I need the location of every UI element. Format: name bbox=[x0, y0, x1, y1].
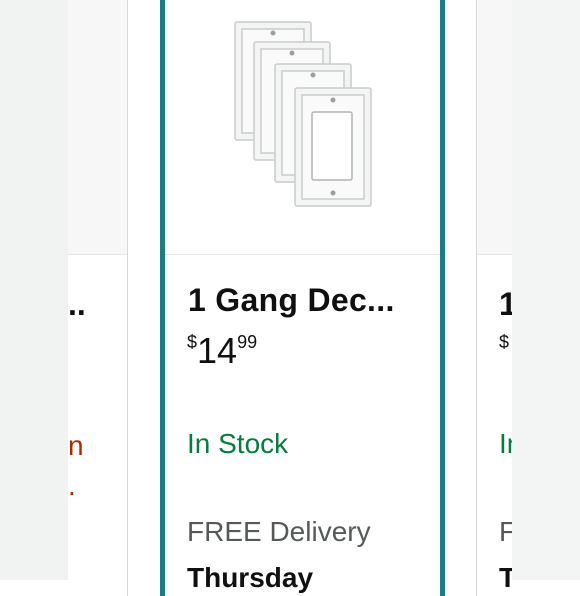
product-image-area bbox=[68, 0, 127, 255]
product-card-next[interactable]: 1 $ In F T bbox=[476, 0, 512, 596]
availability-status: In Stock bbox=[187, 428, 289, 459]
delivery-day: T bbox=[499, 562, 512, 594]
product-price: $ bbox=[499, 330, 510, 352]
product-status-extra: . bbox=[68, 470, 76, 501]
delivery-label: FREE Delivery bbox=[187, 516, 371, 547]
price-fraction: 99 bbox=[237, 332, 258, 352]
product-title: .. bbox=[68, 286, 86, 322]
wall-plate-set-image bbox=[234, 21, 372, 207]
price-whole: 14 bbox=[197, 330, 238, 371]
product-title[interactable]: 1 Gang Dec... bbox=[188, 282, 395, 319]
price-currency: $ bbox=[499, 332, 510, 352]
right-edge-fade bbox=[512, 0, 580, 580]
delivery-day: Thursday bbox=[187, 562, 314, 593]
left-edge-fade bbox=[0, 0, 68, 580]
delivery-label: F bbox=[499, 516, 512, 548]
price-currency: $ bbox=[187, 332, 198, 352]
product-title: 1 bbox=[499, 286, 512, 323]
availability-status: In bbox=[499, 428, 512, 459]
product-image-area[interactable] bbox=[165, 0, 440, 255]
product-card-previous[interactable]: .. n . bbox=[68, 0, 128, 596]
product-status: n bbox=[68, 430, 84, 461]
product-image-area bbox=[477, 0, 512, 255]
product-price: $1499 bbox=[187, 330, 257, 372]
product-card-selected[interactable]: 1 Gang Dec... $1499 In Stock FREE Delive… bbox=[160, 0, 445, 596]
